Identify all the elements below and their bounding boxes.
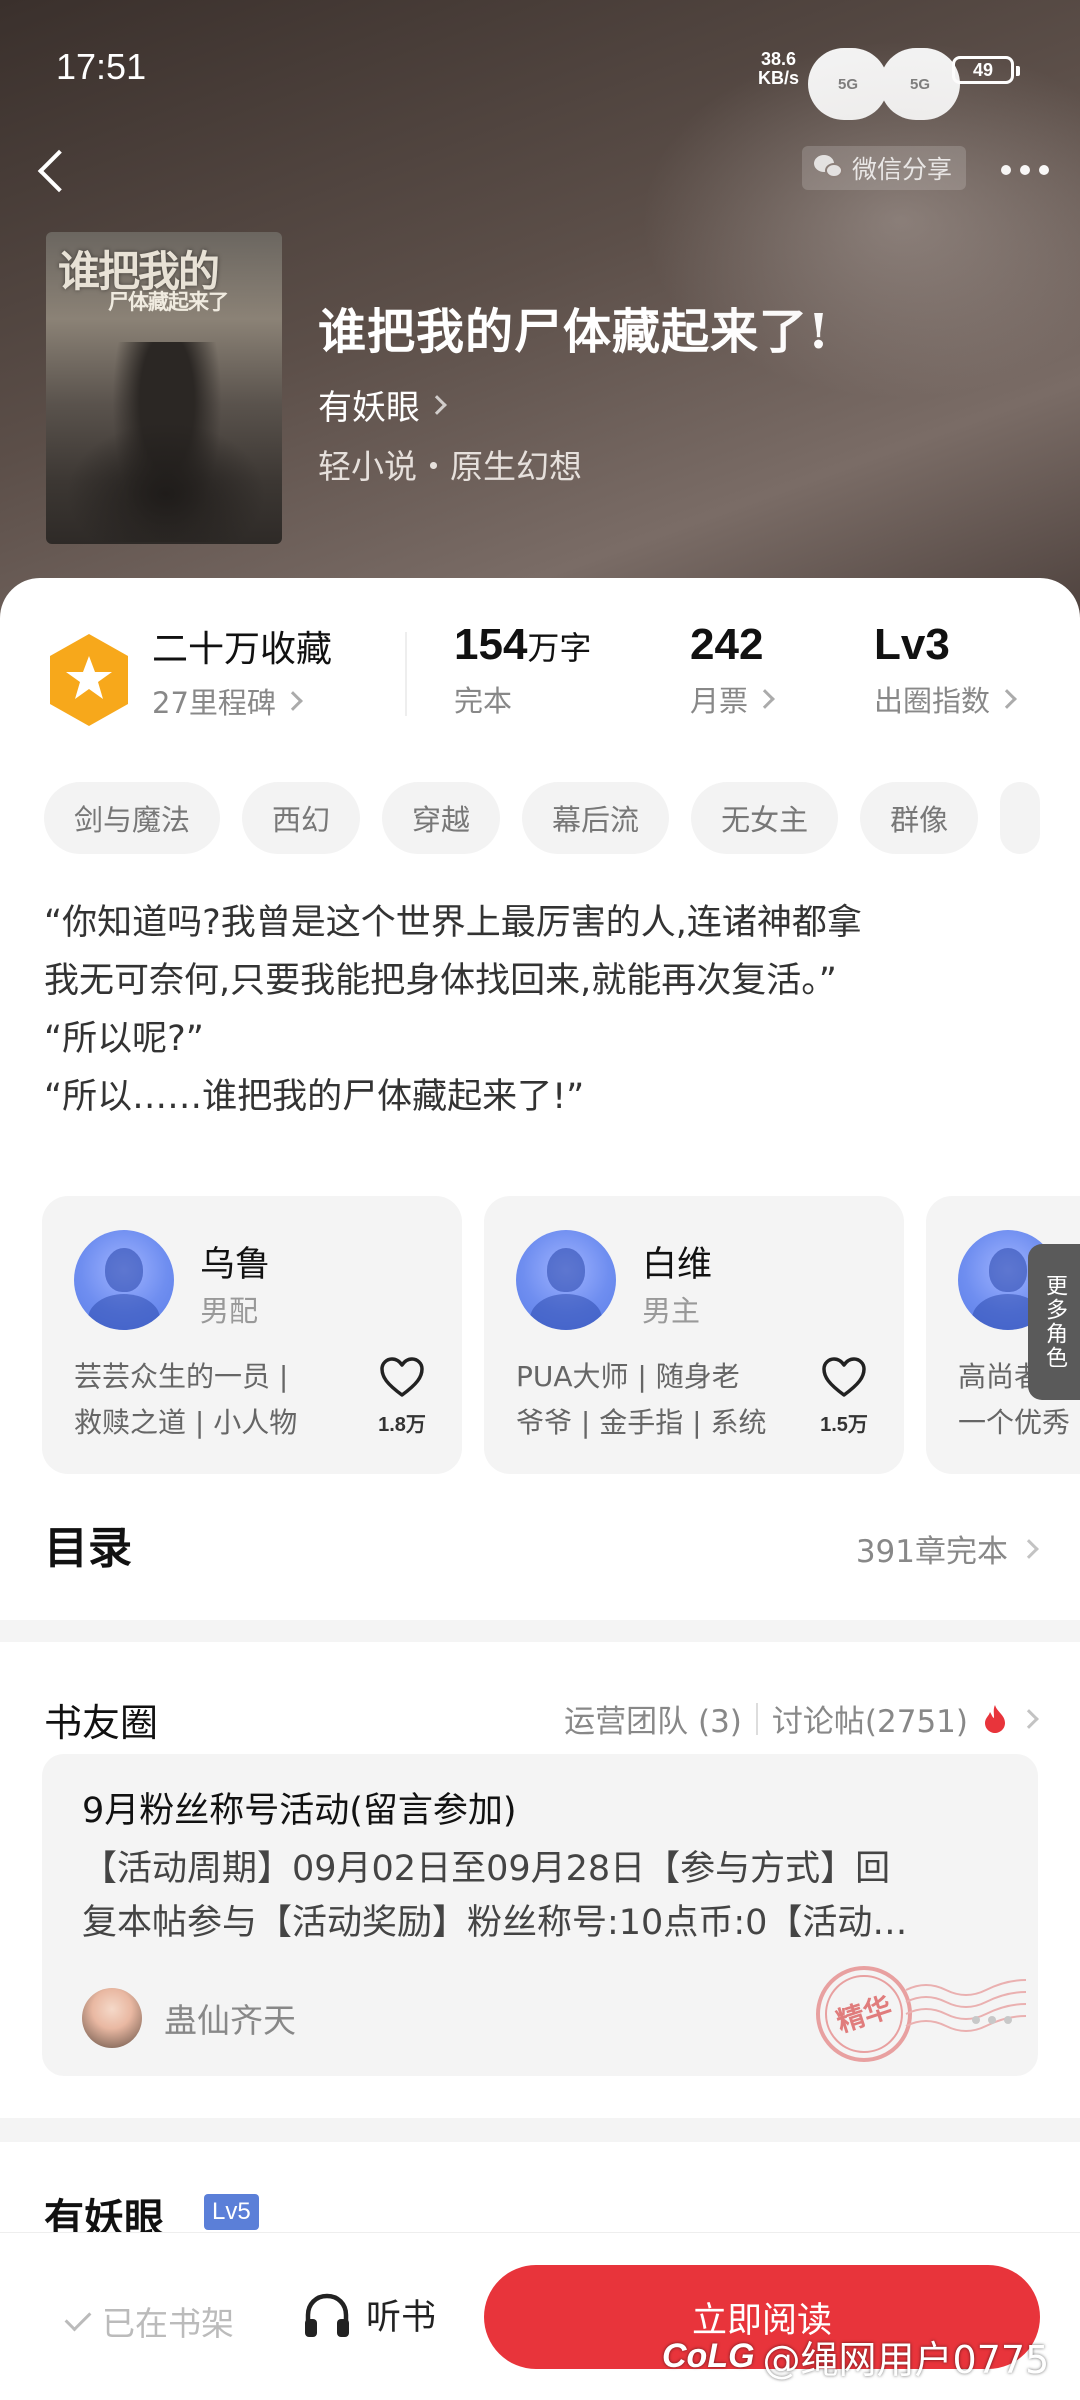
chevron-right-icon — [755, 689, 775, 709]
back-button[interactable] — [24, 140, 84, 200]
wechat-share-button[interactable]: 微信分享 — [802, 146, 967, 190]
like-button[interactable]: 1.5万 — [814, 1356, 874, 1437]
signal-icon: 5G — [808, 48, 889, 120]
author-link[interactable]: 有妖眼 — [318, 380, 447, 429]
heart-icon — [822, 1357, 866, 1397]
character-avatar — [516, 1230, 616, 1330]
watermark-logo: CoLG — [662, 2336, 755, 2375]
book-genre: 轻小说・原生幻想 — [318, 447, 582, 486]
signal-icon-2: 5G — [880, 48, 961, 120]
check-icon — [64, 2304, 92, 2332]
status-time: 17:51 — [56, 46, 147, 87]
listen-button[interactable]: 听书 — [302, 2289, 436, 2340]
tag-chip[interactable]: 剑与魔法 — [44, 782, 221, 854]
book-title: 谁把我的尸体藏起来了! — [318, 304, 831, 360]
book-header: 17:51 38.6 KB/s 5G 5G 49 微信分享 谁把我的 尸体藏起来… — [0, 0, 1080, 640]
character-list: 乌鲁 男配 芸芸众生的一员 | 救赎之道 | 小人物 1.8万 白维 男主 PU… — [42, 1196, 1080, 1474]
tag-chip[interactable]: 群像 — [860, 782, 979, 854]
featured-post[interactable]: 9月粉丝称号活动(留言参加) 【活动周期】09月02日至09月28日【参与方式】… — [42, 1754, 1038, 2076]
tag-list: 剑与魔法 西幻 穿越 幕后流 无女主 群像 — [44, 782, 1080, 854]
chevron-right-icon — [427, 394, 447, 415]
network-speed: 38.6 KB/s — [758, 49, 800, 88]
monthly-votes-stat[interactable]: 242 月票 — [690, 620, 775, 720]
battery-icon: 49 — [952, 56, 1020, 84]
star-badge-icon — [50, 634, 128, 726]
user-avatar[interactable] — [82, 1988, 142, 2048]
on-shelf-button[interactable]: 已在书架 — [64, 2297, 234, 2345]
character-avatar — [74, 1230, 174, 1330]
chevron-right-icon — [1019, 1538, 1039, 1559]
status-bar: 17:51 38.6 KB/s 5G 5G 49 — [0, 0, 1080, 140]
book-stats: 二十万收藏 27里程碑 154万字 完本 242 月票 Lv3 出圈指数 — [0, 620, 1080, 740]
headphones-icon — [305, 2293, 349, 2337]
chevron-right-icon — [283, 691, 303, 711]
flame-icon — [985, 1704, 1005, 1733]
character-card[interactable]: 乌鲁 男配 芸芸众生的一员 | 救赎之道 | 小人物 1.8万 — [42, 1196, 462, 1474]
book-synopsis[interactable]: “你知道吗?我曾是这个世界上最厉害的人,连诸神都拿 我无可奈何,只要我能把身体找… — [44, 894, 1044, 1126]
tag-chip[interactable]: 穿越 — [382, 782, 501, 854]
heart-icon — [380, 1357, 424, 1397]
like-button[interactable]: 1.8万 — [372, 1356, 432, 1437]
character-description: 芸芸众生的一员 | 救赎之道 | 小人物 — [74, 1360, 298, 1439]
word-count-stat: 154万字 完本 — [454, 620, 592, 718]
community-meta[interactable]: 运营团队 (3) 讨论帖(2751) — [564, 1696, 1039, 1741]
watermark: CoLG @绳网用户0775 — [662, 2336, 1050, 2382]
tag-chip-partial[interactable] — [1000, 782, 1041, 854]
collections-stat[interactable]: 二十万收藏 27里程碑 — [152, 620, 332, 722]
chevron-right-icon — [1019, 1708, 1039, 1729]
character-description: PUA大师 | 随身老 爷爷 | 金手指 | 系统 — [516, 1360, 767, 1439]
divider — [405, 632, 407, 716]
popularity-level-stat[interactable]: Lv3 出圈指数 — [874, 620, 1017, 720]
book-cover[interactable]: 谁把我的 尸体藏起来了 — [46, 232, 282, 544]
tag-chip[interactable]: 幕后流 — [522, 782, 670, 854]
svg-text:精华: 精华 — [832, 1990, 895, 2039]
tag-chip[interactable]: 西幻 — [242, 782, 361, 854]
chevron-right-icon — [997, 689, 1017, 709]
wechat-icon — [814, 155, 844, 181]
author-level-badge: Lv5 — [204, 2194, 259, 2230]
featured-stamp-icon: 精华 — [816, 1966, 1027, 2062]
more-options-button[interactable] — [990, 150, 1060, 190]
community-title: 书友圈 — [44, 1701, 159, 1745]
post-username[interactable]: 蛊仙齐天 — [164, 1994, 296, 2042]
character-card[interactable]: 白维 男主 PUA大师 | 随身老 爷爷 | 金手指 | 系统 1.5万 — [484, 1196, 904, 1474]
cover-subtitle: 尸体藏起来了 — [108, 289, 229, 314]
reader-community: 书友圈 运营团队 (3) 讨论帖(2751) 9月粉丝称号活动(留言参加) 【活… — [0, 1642, 1080, 2118]
post-more-icon[interactable] — [972, 2016, 1012, 2024]
table-of-contents[interactable]: 目录 391章完本 — [44, 1512, 1039, 1582]
tag-chip[interactable]: 无女主 — [691, 782, 839, 854]
more-characters-button[interactable]: 更多角色 — [1028, 1244, 1080, 1400]
